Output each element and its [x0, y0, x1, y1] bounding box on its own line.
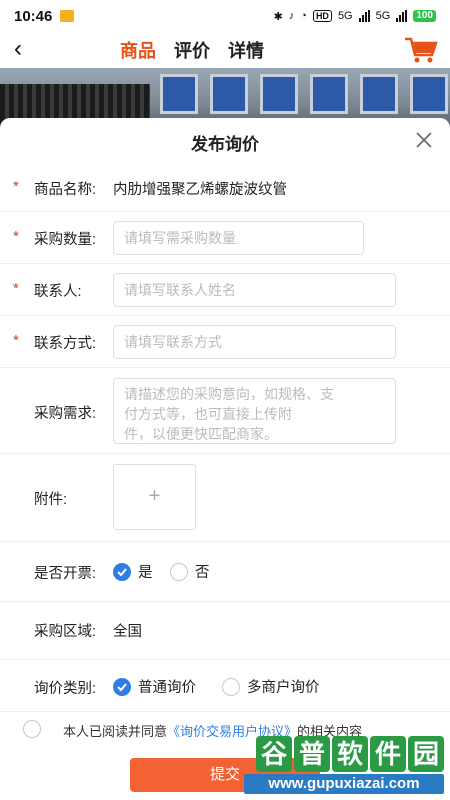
- invoice-no-radio[interactable]: 否: [170, 561, 210, 582]
- inquiry-multi-radio[interactable]: 多商户询价: [222, 676, 320, 697]
- radio-unchecked-icon: [170, 562, 188, 581]
- product-name-label: 商品名称:: [34, 182, 97, 198]
- status-bar: 10:46 ✱ ♪ ◔ HD 5G 5G 100: [0, 0, 450, 32]
- building-window: [160, 74, 198, 114]
- region-row: 采购区域: 全国: [0, 602, 450, 660]
- check-icon: [113, 677, 131, 696]
- product-tabs: 商品 评价 详情: [120, 37, 264, 63]
- watermark-char: 普: [294, 736, 330, 772]
- status-time: 10:46: [14, 7, 53, 25]
- inquiry-type-row: 询价类别: 普通询价 多商户询价: [0, 660, 450, 712]
- building-window: [210, 74, 248, 114]
- watermark-char: 园: [408, 736, 444, 772]
- requirement-placeholder-line: 件，以便更快匹配商家。: [124, 426, 278, 442]
- building-window: [410, 74, 448, 114]
- requirement-textarea[interactable]: 请描述您的采购意向，如规格、支 付方式等，也可直接上传附 件，以便更快匹配商家。: [113, 378, 396, 444]
- inquiry-normal-label: 普通询价: [138, 680, 196, 696]
- top-navbar: ‹ 商品 评价 详情: [0, 32, 450, 68]
- battery-icon: 100: [413, 10, 436, 22]
- bluetooth-icon: ✱: [273, 10, 283, 23]
- signal-label-2: 5G: [375, 10, 391, 22]
- quantity-row: * 采购数量: 请填写需采购数量: [0, 212, 450, 264]
- required-mark: *: [13, 332, 19, 349]
- contact-row: * 联系人: 请填写联系人姓名: [0, 264, 450, 316]
- check-icon: [113, 562, 131, 581]
- region-label: 采购区域:: [34, 624, 97, 640]
- notification-app-icon: [60, 10, 75, 22]
- mute-icon: ♪: [288, 10, 295, 22]
- attachment-label: 附件:: [34, 492, 68, 508]
- watermark-url: www.gupuxiazai.com: [244, 774, 444, 794]
- contact-name-input[interactable]: 请填写联系人姓名: [113, 273, 396, 307]
- building-window: [360, 74, 398, 114]
- product-name-row: * 商品名称: 内肋增强聚乙烯螺旋波纹管: [0, 170, 450, 212]
- agreement-checkbox[interactable]: [23, 720, 41, 738]
- attachment-row: 附件: +: [0, 454, 450, 542]
- attachment-upload-button[interactable]: +: [113, 464, 196, 530]
- signal-2-icon: [396, 10, 408, 22]
- requirement-placeholder-line: 付方式等，也可直接上传附: [124, 406, 292, 422]
- quantity-label: 采购数量:: [34, 232, 97, 248]
- back-arrow-icon[interactable]: ‹: [14, 36, 38, 62]
- radio-unchecked-icon: [222, 677, 240, 696]
- invoice-row: 是否开票: 是 否: [0, 542, 450, 602]
- inquiry-multi-label: 多商户询价: [247, 680, 320, 696]
- plus-icon: +: [148, 485, 161, 507]
- product-name-value: 内肋增强聚乙烯螺旋波纹管: [113, 182, 287, 198]
- watermark-chars: 谷 普 软 件 园: [244, 736, 444, 772]
- required-mark: *: [13, 228, 19, 245]
- required-mark: *: [13, 178, 19, 195]
- requirement-placeholder-line: 请描述您的采购意向，如规格、支: [124, 386, 334, 402]
- watermark-char: 谷: [256, 736, 292, 772]
- status-indicators: ✱ ♪ ◔ HD 5G 5G 100: [274, 10, 436, 23]
- requirement-label: 采购需求:: [34, 406, 97, 422]
- inquiry-sheet: 发布询价 * 商品名称: 内肋增强聚乙烯螺旋波纹管 * 采购数量: 请填写需采购…: [0, 118, 450, 800]
- tab-details[interactable]: 详情: [228, 37, 264, 63]
- close-icon[interactable]: [414, 130, 434, 150]
- tab-product[interactable]: 商品: [120, 37, 156, 63]
- requirement-row: 采购需求: 请描述您的采购意向，如规格、支 付方式等，也可直接上传附 件，以便更…: [0, 368, 450, 454]
- inquiry-normal-radio[interactable]: 普通询价: [113, 676, 196, 697]
- building-window: [310, 74, 348, 114]
- watermark-char: 件: [370, 736, 406, 772]
- agreement-prefix: 本人已阅读并同意: [63, 724, 168, 739]
- invoice-no-label: 否: [195, 565, 210, 581]
- inquiry-type-label: 询价类别:: [34, 681, 97, 697]
- tab-reviews[interactable]: 评价: [174, 37, 210, 63]
- region-value[interactable]: 全国: [113, 620, 142, 641]
- quantity-input[interactable]: 请填写需采购数量: [113, 221, 364, 255]
- required-mark: *: [13, 280, 19, 297]
- sheet-title: 发布询价: [191, 135, 259, 154]
- contact-method-input[interactable]: 请填写联系方式: [113, 325, 396, 359]
- building-window: [260, 74, 298, 114]
- signal-label-1: 5G: [337, 10, 353, 22]
- invoice-label: 是否开票:: [34, 566, 97, 582]
- watermark-char: 软: [332, 736, 368, 772]
- contact-label: 联系人:: [34, 284, 82, 300]
- invoice-yes-label: 是: [138, 565, 153, 581]
- contact-method-label: 联系方式:: [34, 336, 97, 352]
- cart-icon[interactable]: [404, 36, 438, 64]
- watermark-logo: 谷 普 软 件 园 www.gupuxiazai.com: [244, 736, 444, 796]
- invoice-yes-radio[interactable]: 是: [113, 561, 153, 582]
- wifi-icon: ◔: [300, 10, 307, 22]
- signal-1-icon: [358, 10, 370, 22]
- contact-method-row: * 联系方式: 请填写联系方式: [0, 316, 450, 368]
- hd-badge: HD: [312, 10, 332, 22]
